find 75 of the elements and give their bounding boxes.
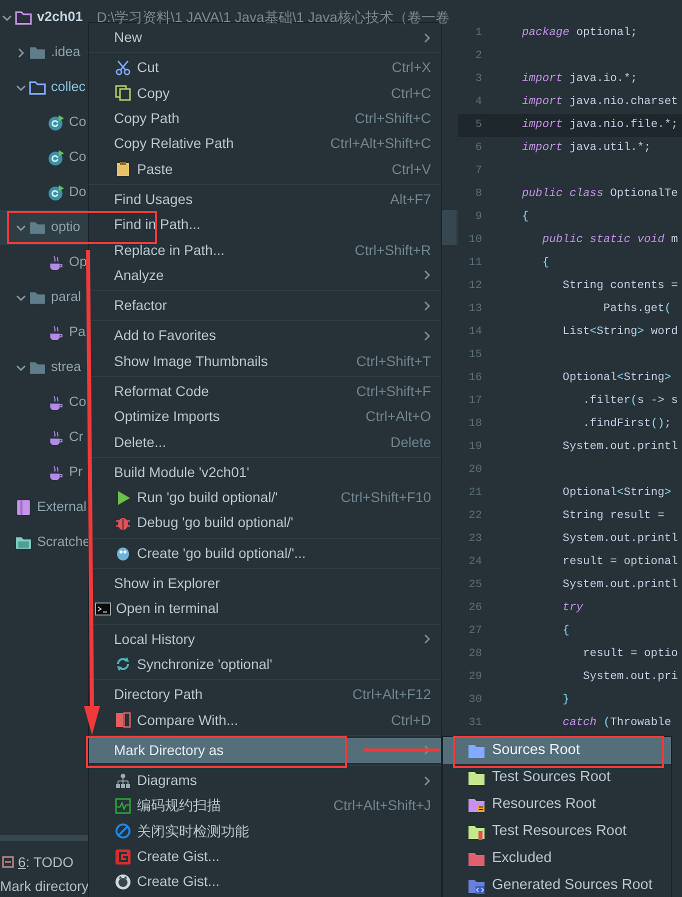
line-number: 4 [474,95,482,110]
keyboard-shortcut: Ctrl+Shift+F [356,382,431,401]
code-line: } [562,692,570,708]
code-line: System.out.pri [582,670,678,686]
line-number: 11 [468,256,482,272]
code-line: package optional; [522,26,638,42]
code-line: import java.util.*; [522,140,651,156]
code-line: .findFirst(); [582,416,672,432]
code-line: System.out.printl [562,578,678,594]
code-line: public class OptionalTe [522,186,678,202]
line-number: 14 [468,325,482,340]
line-number: 15 [468,348,482,364]
code-line: System.out.printl [562,532,678,548]
keyboard-shortcut: Ctrl+X [392,58,431,78]
line-number: 10 [468,233,482,248]
line-number: 6 [474,141,482,156]
code-line: import java.nio.file.*; [522,118,678,134]
keyboard-shortcut: Ctrl+Alt+O [366,407,431,426]
code-line: result = optional [562,554,678,570]
code-line: Optional<String> [562,486,672,502]
code-line: .filter(s -> s [582,394,678,410]
keyboard-shortcut: Ctrl+Shift+F10 [340,488,431,508]
line-number: 29 [468,670,482,686]
code-line: String result = [562,508,664,524]
keyboard-shortcut: Ctrl+Shift+R [354,240,431,260]
code-line: Optional<String> [562,370,672,386]
code-line: catch (Throwable [562,716,672,732]
line-number: 24 [468,555,482,570]
line-number: 30 [468,693,482,708]
keyboard-shortcut: Ctrl+V [392,160,431,179]
code-line: String contents = [562,278,678,294]
line-number: 31 [468,716,482,732]
line-number: 21 [468,486,482,502]
line-number: 20 [468,463,482,478]
line-number: 28 [468,647,482,662]
code-line: result = optio [582,646,678,662]
keyboard-shortcut: Ctrl+D [390,710,431,730]
code-line: { [522,210,529,226]
line-number: 27 [468,624,482,640]
line-number: 22 [468,509,482,524]
line-number: 9 [474,210,482,226]
line-number: 13 [468,302,482,318]
line-number: 12 [468,279,482,294]
keyboard-shortcut: Ctrl+Shift+C [354,109,431,128]
code-line: { [541,256,550,272]
keyboard-shortcut: Ctrl+Alt+F12 [352,685,431,704]
code-line: Paths.get( [602,302,672,318]
keyboard-shortcut: Alt+F7 [390,190,431,209]
line-number: 2 [474,49,482,64]
line-number: 16 [468,371,482,386]
line-number: 26 [468,601,482,616]
keyboard-shortcut: Ctrl+Shift+T [356,352,431,371]
keyboard-shortcut: Delete [390,432,431,452]
keyboard-shortcut: Ctrl+C [390,84,431,103]
line-number: 7 [474,164,482,180]
code-line: public static void m [541,232,678,248]
line-number: 17 [468,394,482,410]
line-number: 3 [474,72,482,88]
code-line: import java.nio.charset [522,94,678,110]
code-line: try [562,601,584,616]
line-number: 19 [468,440,482,456]
code-line: { [562,624,570,640]
line-number: 23 [468,532,482,548]
keyboard-shortcut: Ctrl+Alt+Shift+C [330,134,431,154]
code-line: List<String> word [562,324,678,340]
line-number: 25 [468,578,482,594]
code-line: import java.io.*; [522,72,638,88]
line-number: 5 [474,118,482,134]
line-number: 8 [474,187,482,202]
line-number: 1 [474,26,482,42]
keyboard-shortcut: Ctrl+Alt+Shift+J [333,796,431,816]
line-number: 18 [468,417,482,432]
project-path: D:\学习资料\1 JAVA\1 Java基础\1 Java核心技术（卷一卷 [96,8,450,27]
status-text: Mark directory [0,876,89,896]
code-line: System.out.printl [562,440,678,456]
